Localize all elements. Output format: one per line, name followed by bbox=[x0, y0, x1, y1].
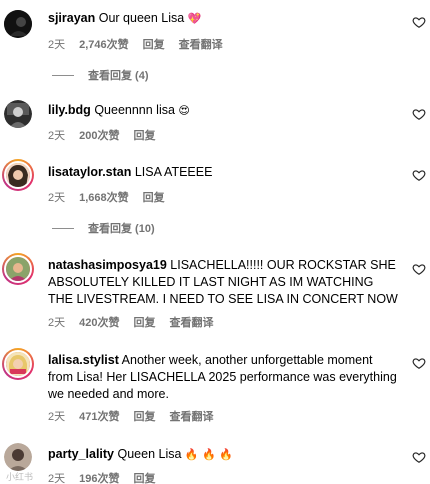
reply-button[interactable]: 回复 bbox=[143, 189, 165, 205]
translate-button[interactable]: 查看翻译 bbox=[179, 36, 223, 52]
reply-button[interactable]: 回复 bbox=[133, 470, 155, 484]
avatar[interactable] bbox=[4, 100, 32, 128]
divider bbox=[52, 227, 74, 229]
avatar[interactable] bbox=[4, 443, 32, 471]
comment-text: LISA ATEEEE bbox=[134, 165, 213, 179]
comment-username[interactable]: lily.bdg bbox=[48, 103, 91, 117]
comment-body: sjirayan Our queen Lisa 💖 bbox=[48, 10, 398, 27]
reply-button[interactable]: 回复 bbox=[133, 408, 155, 424]
translate-button[interactable]: 查看翻译 bbox=[169, 314, 213, 330]
comment-time: 2天 bbox=[48, 473, 66, 484]
comment-text: Our queen Lisa bbox=[98, 11, 185, 25]
comment-time: 2天 bbox=[48, 130, 66, 142]
comment-body: lalisa.stylist Another week, another unf… bbox=[48, 352, 398, 403]
reply-button[interactable]: 回复 bbox=[133, 314, 155, 330]
comment-likes[interactable]: 420次赞 bbox=[79, 314, 119, 330]
heart-emoji: 💖 bbox=[187, 12, 202, 25]
comment-likes[interactable]: 200次赞 bbox=[79, 127, 119, 143]
comment-time: 2天 bbox=[48, 317, 66, 329]
comment-meta: 2天 2,746次赞 回复 查看翻译 bbox=[48, 36, 223, 52]
view-replies-label: 查看回复 (10) bbox=[88, 223, 155, 235]
comment-username[interactable]: lalisa.stylist bbox=[48, 353, 119, 367]
divider bbox=[52, 74, 74, 76]
comment-username[interactable]: lisataylor.stan bbox=[48, 165, 131, 179]
view-replies-button[interactable]: 查看回复 (10) bbox=[52, 220, 155, 236]
comment-body: party_lality Queen Lisa 🔥 🔥 🔥 bbox=[48, 446, 398, 463]
comment-body: lily.bdg Queennnn lisa 😍 bbox=[48, 102, 398, 119]
comment-time: 2天 bbox=[48, 411, 66, 423]
comment-body: lisataylor.stan LISA ATEEEE bbox=[48, 164, 398, 181]
heart-eyes-emoji: 😍 bbox=[178, 104, 190, 117]
comment-meta: 2天 1,668次赞 回复 bbox=[48, 189, 165, 205]
heart-outline-icon[interactable] bbox=[412, 356, 426, 370]
comment-meta: 2天 471次赞 回复 查看翻译 bbox=[48, 408, 213, 424]
watermark: 小红书 bbox=[6, 472, 34, 482]
comment-text: Queennnn lisa bbox=[94, 103, 175, 117]
heart-outline-icon[interactable] bbox=[412, 168, 426, 182]
comment-likes[interactable]: 471次赞 bbox=[79, 408, 119, 424]
heart-outline-icon[interactable] bbox=[412, 15, 426, 29]
comment-meta: 2天 420次赞 回复 查看翻译 bbox=[48, 314, 213, 330]
view-replies-label: 查看回复 (4) bbox=[88, 70, 149, 82]
comment-meta: 2天 200次赞 回复 bbox=[48, 127, 155, 143]
avatar-story-ring[interactable] bbox=[2, 348, 34, 380]
reply-button[interactable]: 回复 bbox=[143, 36, 165, 52]
avatar[interactable] bbox=[4, 10, 32, 38]
comment-time: 2天 bbox=[48, 39, 66, 51]
heart-outline-icon[interactable] bbox=[412, 262, 426, 276]
comment-likes[interactable]: 1,668次赞 bbox=[79, 189, 129, 205]
comment-time: 2天 bbox=[48, 192, 66, 204]
comment-text: Queen Lisa bbox=[117, 447, 182, 461]
view-replies-button[interactable]: 查看回复 (4) bbox=[52, 67, 149, 83]
heart-outline-icon[interactable] bbox=[412, 107, 426, 121]
avatar-story-ring[interactable] bbox=[2, 159, 34, 191]
comment-username[interactable]: sjirayan bbox=[48, 11, 95, 25]
comment-username[interactable]: natashasimposya19 bbox=[48, 258, 167, 272]
comment-meta: 2天 196次赞 回复 bbox=[48, 470, 155, 484]
comment-body: natashasimposya19 LISACHELLA!!!!! OUR RO… bbox=[48, 257, 398, 308]
reply-button[interactable]: 回复 bbox=[133, 127, 155, 143]
comment-likes[interactable]: 2,746次赞 bbox=[79, 36, 129, 52]
heart-outline-icon[interactable] bbox=[412, 450, 426, 464]
fire-emoji: 🔥 🔥 🔥 bbox=[184, 448, 234, 461]
avatar-story-ring[interactable] bbox=[2, 253, 34, 285]
comment-likes[interactable]: 196次赞 bbox=[79, 470, 119, 484]
translate-button[interactable]: 查看翻译 bbox=[169, 408, 213, 424]
comment-username[interactable]: party_lality bbox=[48, 447, 114, 461]
